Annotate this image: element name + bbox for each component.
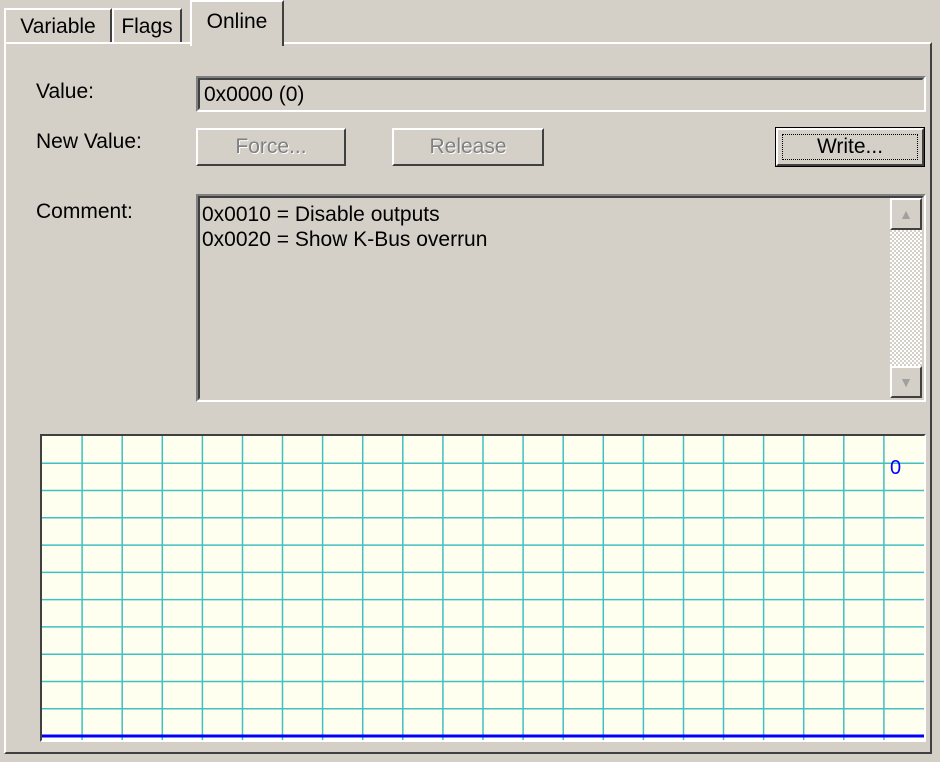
comment-label: Comment: (36, 200, 133, 223)
write-button[interactable]: Write... (775, 127, 925, 167)
tab-variable-label: Variable (20, 15, 96, 38)
tab-variable[interactable]: Variable (4, 8, 112, 44)
online-panel: Value: 0x0000 (0) New Value: Force... Re… (4, 42, 932, 754)
comment-text: 0x0010 = Disable outputs 0x0020 = Show K… (202, 203, 488, 251)
graph-grid (42, 436, 924, 740)
comment-scrollbar[interactable]: ▲ ▼ (890, 198, 922, 398)
value-text: 0x0000 (0) (204, 83, 305, 106)
scroll-down-icon[interactable]: ▼ (890, 366, 922, 398)
tab-online-label: Online (206, 10, 268, 33)
tab-online[interactable]: Online (190, 0, 284, 46)
graph-canvas: 0 (42, 436, 924, 740)
new-value-label: New Value: (36, 130, 142, 153)
scroll-up-icon[interactable]: ▲ (890, 198, 922, 230)
value-field: 0x0000 (0) (196, 76, 926, 112)
tab-flags-label: Flags (121, 15, 173, 38)
tab-strip: Variable Flags Online (0, 0, 940, 46)
tab-flags[interactable]: Flags (112, 8, 182, 44)
value-label: Value: (36, 80, 94, 103)
value-graph: 0 (40, 434, 926, 742)
force-button[interactable]: Force... (196, 128, 346, 166)
graph-current-value: 0 (890, 457, 901, 479)
comment-box[interactable]: 0x0010 = Disable outputs 0x0020 = Show K… (196, 194, 926, 402)
release-button[interactable]: Release (392, 128, 544, 166)
